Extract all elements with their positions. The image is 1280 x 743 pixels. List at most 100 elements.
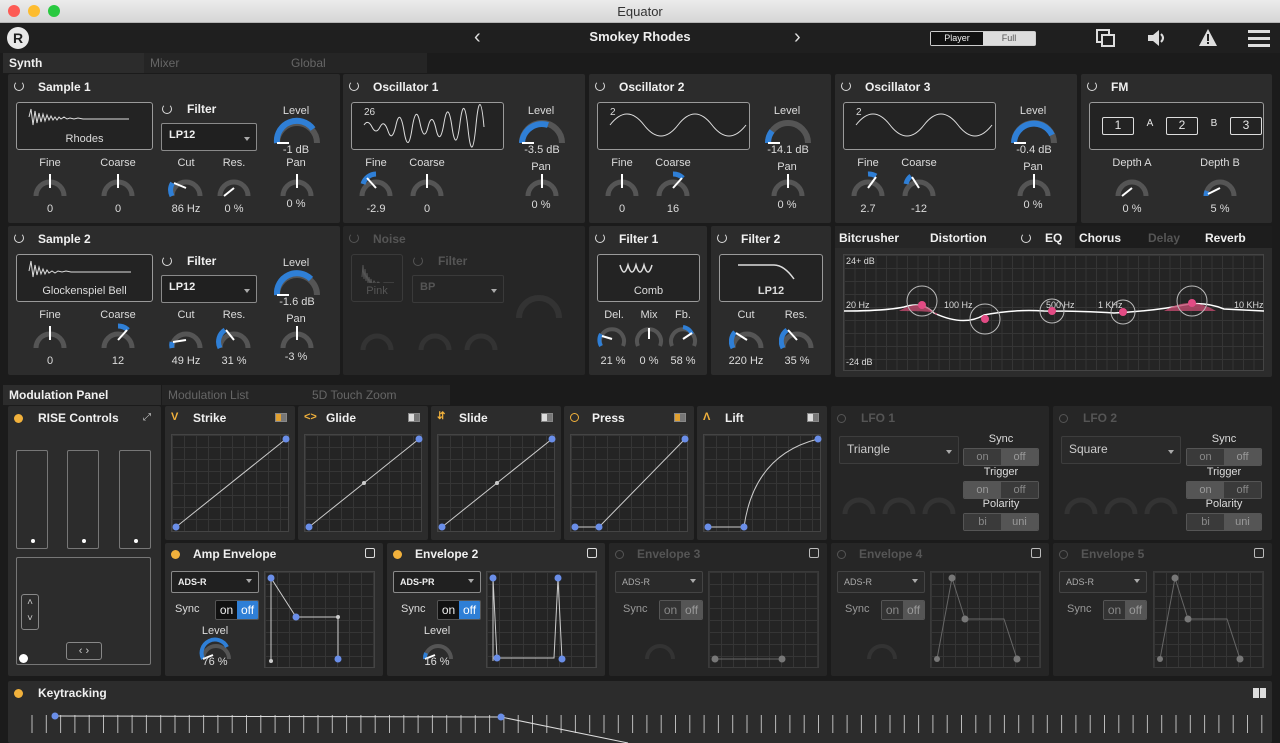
env2-mode[interactable]: ADS-PR <box>393 571 481 593</box>
speaker-icon[interactable] <box>1146 28 1168 48</box>
off-option[interactable]: off <box>1001 482 1038 498</box>
osc3-fine-knob[interactable] <box>850 170 886 198</box>
lfo2-wave-select[interactable]: Square <box>1061 436 1181 464</box>
on-option[interactable]: on <box>964 482 1001 498</box>
curve-menu-icon[interactable] <box>541 413 553 422</box>
sample2-wave-selector[interactable]: Glockenspiel Bell <box>16 254 153 302</box>
on-option[interactable]: on <box>1187 449 1224 465</box>
amp-env-graph[interactable] <box>264 571 375 668</box>
off-option[interactable]: off <box>1001 449 1038 465</box>
window-copy-icon[interactable] <box>1096 29 1116 47</box>
view-mode-switch[interactable]: Player Full <box>930 31 1036 46</box>
uni-option[interactable]: uni <box>1001 514 1038 530</box>
strike-curve[interactable] <box>171 434 290 532</box>
tab-modulation-panel[interactable]: Modulation Panel <box>3 385 161 405</box>
osc2-fine-knob[interactable] <box>604 170 640 198</box>
osc2-level-knob[interactable] <box>764 117 812 147</box>
envelope-menu-icon[interactable] <box>809 548 819 558</box>
sample2-coarse-knob[interactable] <box>100 322 136 350</box>
lfo1-knob-1[interactable] <box>841 488 877 516</box>
envelope-menu-icon[interactable] <box>1254 548 1264 558</box>
noise-level-knob[interactable] <box>515 292 563 322</box>
power-icon[interactable] <box>349 233 359 243</box>
lfo1-trigger-toggle[interactable]: on off <box>963 481 1039 499</box>
power-icon[interactable] <box>1087 81 1097 91</box>
filter2-cut-knob[interactable] <box>729 322 765 350</box>
env3-graph[interactable] <box>708 571 819 668</box>
sample2-pan-knob[interactable] <box>279 322 315 350</box>
off-option[interactable]: off <box>1224 482 1261 498</box>
osc3-coarse-knob[interactable] <box>901 170 937 198</box>
power-icon[interactable] <box>349 81 359 91</box>
filter-power-icon[interactable] <box>162 104 172 114</box>
envelope-menu-icon[interactable] <box>365 548 375 558</box>
power-icon[interactable] <box>14 233 24 243</box>
lfo1-polarity-toggle[interactable]: bi uni <box>963 513 1039 531</box>
rise-slider-2[interactable] <box>67 450 99 549</box>
envelope-menu-icon[interactable] <box>1031 548 1041 558</box>
fm-routing[interactable]: 1 A 2 B 3 <box>1089 102 1264 150</box>
on-option[interactable]: on <box>964 449 1001 465</box>
curve-menu-icon[interactable] <box>674 413 686 422</box>
noise-color-selector[interactable]: Pink <box>351 254 403 302</box>
amp-env-enabled-dot[interactable] <box>171 550 180 559</box>
tab-modulation-list[interactable]: Modulation List <box>162 385 306 405</box>
power-icon[interactable] <box>595 81 605 91</box>
keytracking-enabled-dot[interactable] <box>14 689 23 698</box>
env3-sync-toggle[interactable]: on off <box>659 600 703 620</box>
press-curve[interactable] <box>570 434 689 532</box>
env4-enabled-dot[interactable] <box>837 550 846 559</box>
tab-mixer[interactable]: Mixer <box>144 53 286 73</box>
eq-power-icon[interactable] <box>1021 233 1031 243</box>
filter-power-icon[interactable] <box>162 256 172 266</box>
amp-env-mode[interactable]: ADS-R <box>171 571 259 593</box>
osc3-level-knob[interactable] <box>1010 117 1058 147</box>
sample2-filter-type[interactable]: LP12 <box>161 275 257 303</box>
xy-cursor[interactable] <box>19 654 28 663</box>
tab-delay[interactable]: Delay <box>1148 231 1180 245</box>
env2-enabled-dot[interactable] <box>393 550 402 559</box>
osc1-level-knob[interactable] <box>518 117 566 147</box>
filter2-type-selector[interactable]: LP12 <box>719 254 823 302</box>
on-option[interactable]: on <box>660 601 681 619</box>
roli-logo-icon[interactable]: R <box>7 27 29 49</box>
bi-option[interactable]: bi <box>1187 514 1224 530</box>
bi-option[interactable]: bi <box>964 514 1001 530</box>
filter2-res-knob[interactable] <box>779 322 815 350</box>
off-option[interactable]: off <box>1224 449 1261 465</box>
filter1-mix-knob[interactable] <box>634 324 664 348</box>
sample1-cut-knob[interactable] <box>168 170 204 198</box>
osc1-wave-selector[interactable]: 26 <box>351 102 504 150</box>
off-option[interactable]: off <box>237 601 258 619</box>
filter1-del-knob[interactable] <box>597 324 627 348</box>
tab-distortion[interactable]: Distortion <box>930 231 987 245</box>
rise-xy-pad[interactable]: ˄ ˅ ‹ › <box>16 557 151 665</box>
next-preset-icon[interactable]: › <box>794 26 801 49</box>
curve-menu-icon[interactable] <box>408 413 420 422</box>
lfo1-wave-select[interactable]: Triangle <box>839 436 959 464</box>
lfo2-sync-toggle[interactable]: on off <box>1186 448 1262 466</box>
tab-bitcrusher[interactable]: Bitcrusher <box>839 231 899 245</box>
warning-icon[interactable] <box>1198 28 1218 47</box>
lfo2-knob-1[interactable] <box>1063 488 1099 516</box>
on-option[interactable]: on <box>216 601 237 619</box>
env2-graph[interactable] <box>486 571 597 668</box>
off-option[interactable]: off <box>903 601 924 619</box>
osc3-wave-selector[interactable]: 2 <box>843 102 996 150</box>
tab-5d-touch-zoom[interactable]: 5D Touch Zoom <box>306 385 450 405</box>
sample1-coarse-knob[interactable] <box>100 170 136 198</box>
lfo2-enabled-dot[interactable] <box>1059 414 1068 423</box>
env5-sync-toggle[interactable]: on off <box>1103 600 1147 620</box>
env4-level-knob[interactable] <box>865 637 899 661</box>
lfo2-knob-2[interactable] <box>1103 488 1139 516</box>
sample2-fine-knob[interactable] <box>32 322 68 350</box>
full-mode[interactable]: Full <box>983 32 1035 45</box>
rise-slider-3[interactable] <box>119 450 151 549</box>
lfo1-enabled-dot[interactable] <box>837 414 846 423</box>
sample1-level-knob[interactable] <box>273 117 321 147</box>
curve-menu-icon[interactable] <box>807 413 819 422</box>
previous-preset-icon[interactable]: ‹ <box>474 26 481 49</box>
amp-env-sync-toggle[interactable]: on off <box>215 600 259 620</box>
lfo2-trigger-toggle[interactable]: on off <box>1186 481 1262 499</box>
lift-curve[interactable] <box>703 434 822 532</box>
